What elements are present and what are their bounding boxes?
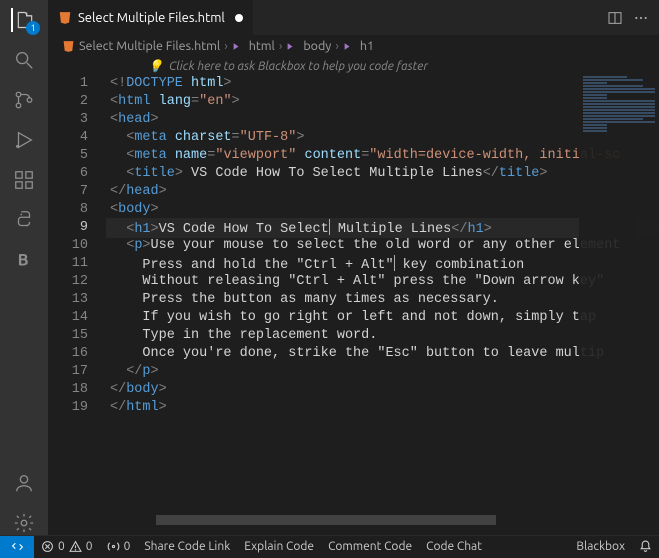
- svg-text:B: B: [18, 252, 29, 270]
- explorer-badge: 1: [26, 21, 40, 35]
- code-line[interactable]: Without releasing "Ctrl + Alt" press the…: [106, 273, 659, 291]
- warning-icon: [69, 540, 82, 553]
- activity-bar: 1 B: [0, 0, 48, 535]
- code-line[interactable]: <h1>VS Code How To Select Multiple Lines…: [106, 219, 659, 237]
- line-number: 4: [48, 129, 88, 147]
- status-notifications[interactable]: [632, 540, 659, 553]
- breadcrumb-file-icon: [62, 40, 75, 53]
- bold-b-icon[interactable]: B: [12, 248, 36, 272]
- line-number: 2: [48, 93, 88, 111]
- breadcrumb-file[interactable]: Select Multiple Files.html: [79, 39, 220, 53]
- status-problems[interactable]: 0 0: [34, 540, 100, 553]
- line-number: 17: [48, 363, 88, 381]
- line-number-gutter: 12345678910111213141516171819: [48, 75, 106, 535]
- settings-gear-icon[interactable]: [12, 511, 36, 535]
- line-number: 16: [48, 345, 88, 363]
- breadcrumb-item[interactable]: body: [303, 39, 331, 53]
- warning-count: 0: [86, 540, 93, 553]
- line-number: 11: [48, 255, 88, 273]
- code-line[interactable]: Type in the replacement word.: [106, 327, 659, 345]
- tab-filename: Select Multiple Files.html: [78, 11, 225, 25]
- breadcrumb-item[interactable]: html: [249, 39, 275, 53]
- code-line[interactable]: <title> VS Code How To Select Multiple L…: [106, 165, 659, 183]
- editor-actions: [597, 0, 659, 35]
- editor[interactable]: 12345678910111213141516171819 <!DOCTYPE …: [48, 75, 659, 535]
- line-number: 12: [48, 273, 88, 291]
- code-line[interactable]: </body>: [106, 381, 659, 399]
- editor-hint[interactable]: 💡 Click here to ask Blackbox to help you…: [48, 57, 659, 75]
- line-number: 13: [48, 291, 88, 309]
- line-number: 18: [48, 381, 88, 399]
- code-line[interactable]: If you wish to go right or left and not …: [106, 309, 659, 327]
- code-line[interactable]: <meta charset="UTF-8">: [106, 129, 659, 147]
- horizontal-scrollbar[interactable]: [106, 515, 659, 525]
- file-tab[interactable]: Select Multiple Files.html: [48, 0, 254, 35]
- status-share-link[interactable]: Share Code Link: [137, 540, 237, 553]
- status-blackbox[interactable]: Blackbox: [569, 540, 632, 553]
- line-number: 1: [48, 75, 88, 93]
- status-ports[interactable]: 0: [100, 540, 138, 553]
- status-comment-code[interactable]: Comment Code: [321, 540, 419, 553]
- chevron-right-icon: ›: [224, 39, 228, 53]
- code-line[interactable]: Press and hold the "Ctrl + Alt" key comb…: [106, 255, 659, 273]
- code-line[interactable]: <head>: [106, 111, 659, 129]
- code-line[interactable]: <!DOCTYPE html>: [106, 75, 659, 93]
- code-line[interactable]: <html lang="en">: [106, 93, 659, 111]
- error-count: 0: [58, 540, 65, 553]
- remote-button[interactable]: [0, 536, 34, 558]
- code-line[interactable]: Press the button as many times as necess…: [106, 291, 659, 309]
- line-number: 6: [48, 165, 88, 183]
- html-file-icon: [58, 11, 72, 25]
- status-code-chat[interactable]: Code Chat: [419, 540, 489, 553]
- breadcrumb-item[interactable]: h1: [360, 39, 374, 53]
- line-number: 7: [48, 183, 88, 201]
- split-editor-icon[interactable]: [607, 10, 623, 26]
- code-line[interactable]: </head>: [106, 183, 659, 201]
- line-number: 8: [48, 201, 88, 219]
- extensions-icon[interactable]: [12, 168, 36, 192]
- breadcrumb-tag-icon: [286, 40, 299, 53]
- chevron-right-icon: ›: [279, 39, 283, 53]
- code-line[interactable]: <p>Use your mouse to select the old word…: [106, 237, 659, 255]
- bell-icon: [639, 540, 652, 553]
- debug-icon[interactable]: [12, 128, 36, 152]
- hint-text: Click here to ask Blackbox to help you c…: [169, 60, 428, 73]
- line-number: 14: [48, 309, 88, 327]
- lightbulb-icon: 💡: [148, 59, 163, 73]
- line-number: 5: [48, 147, 88, 165]
- chevron-right-icon: ›: [335, 39, 339, 53]
- code-line[interactable]: Once you're done, strike the "Esc" butto…: [106, 345, 659, 363]
- code-area[interactable]: <!DOCTYPE html><html lang="en"><head> <m…: [106, 75, 659, 535]
- python-icon[interactable]: [12, 208, 36, 232]
- line-number: 19: [48, 399, 88, 417]
- error-icon: [41, 540, 54, 553]
- search-icon[interactable]: [12, 48, 36, 72]
- scrollbar-thumb[interactable]: [156, 515, 496, 525]
- breadcrumb-tag-icon: [232, 40, 245, 53]
- account-icon[interactable]: [12, 471, 36, 495]
- breadcrumb-tag-icon: [343, 40, 356, 53]
- tab-bar: Select Multiple Files.html: [48, 0, 659, 35]
- line-number: 9: [48, 219, 88, 237]
- broadcast-icon: [107, 540, 120, 553]
- status-explain-code[interactable]: Explain Code: [237, 540, 321, 553]
- breadcrumb[interactable]: Select Multiple Files.html › html › body…: [48, 35, 659, 57]
- dirty-indicator-icon: [235, 14, 243, 22]
- more-actions-icon[interactable]: [633, 10, 649, 26]
- line-number: 15: [48, 327, 88, 345]
- code-line[interactable]: <meta name="viewport" content="width=dev…: [106, 147, 659, 165]
- explorer-icon[interactable]: 1: [11, 8, 35, 32]
- code-line[interactable]: </html>: [106, 399, 659, 417]
- source-control-icon[interactable]: [12, 88, 36, 112]
- code-line[interactable]: </p>: [106, 363, 659, 381]
- ports-count: 0: [124, 540, 131, 553]
- line-number: 3: [48, 111, 88, 129]
- code-line[interactable]: <body>: [106, 201, 659, 219]
- status-bar: 0 0 0 Share Code Link Explain Code Comme…: [0, 535, 659, 557]
- line-number: 10: [48, 237, 88, 255]
